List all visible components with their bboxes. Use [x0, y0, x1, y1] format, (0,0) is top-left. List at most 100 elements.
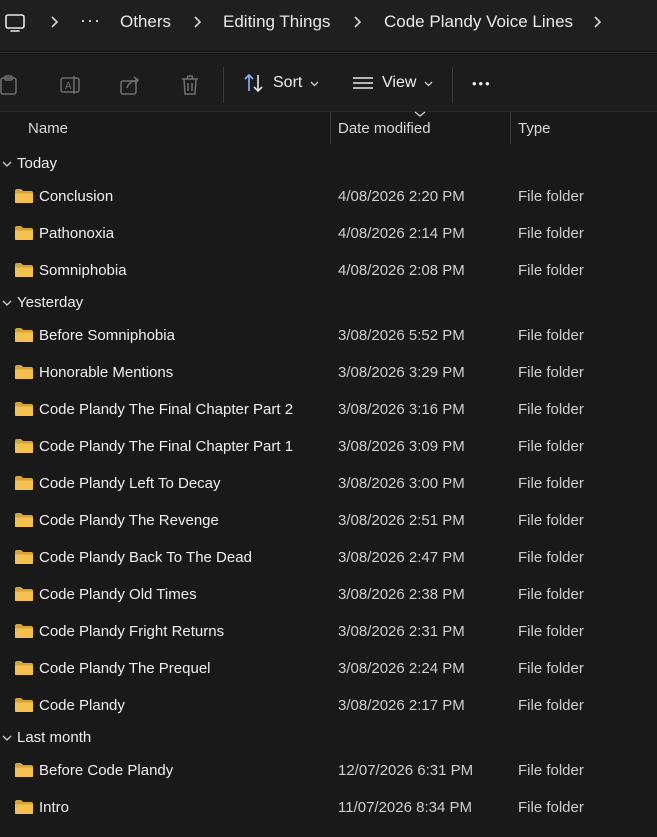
breadcrumb-item-others[interactable]: Others — [120, 12, 171, 32]
delete-icon[interactable] — [179, 74, 201, 96]
list-item[interactable]: Code Plandy 3/08/2026 2:17 PM File folder — [0, 688, 657, 725]
view-button[interactable]: View — [352, 68, 433, 98]
list-item[interactable]: Code Plandy Fright Returns 3/08/2026 2:31… — [0, 614, 657, 651]
list-item[interactable]: Code Plandy The Final Chapter Part 1 3/08… — [0, 429, 657, 466]
item-type: File folder — [518, 799, 584, 816]
item-type: File folder — [518, 262, 584, 279]
column-header-date-modified[interactable]: Date modified — [331, 112, 510, 145]
view-icon — [353, 77, 373, 89]
item-type: File folder — [518, 401, 584, 418]
item-date-modified: 3/08/2026 3:09 PM — [338, 438, 465, 455]
folder-icon — [15, 624, 33, 638]
item-name: Before Somniphobia — [39, 327, 175, 344]
chevron-right-icon[interactable] — [352, 14, 362, 30]
item-date-modified: 3/08/2026 3:16 PM — [338, 401, 465, 418]
folder-icon — [15, 439, 33, 453]
folder-icon — [15, 226, 33, 240]
item-type: File folder — [518, 225, 584, 242]
group-header-label: Yesterday — [17, 294, 84, 311]
chevron-down-icon — [2, 735, 12, 741]
item-type: File folder — [518, 697, 584, 714]
folder-icon — [15, 402, 33, 416]
folder-icon — [15, 587, 33, 601]
list-item[interactable]: Code Plandy The Revenge 3/08/2026 2:51 PM… — [0, 503, 657, 540]
item-name: Code Plandy The Prequel — [39, 660, 211, 677]
list-item[interactable]: Code Plandy Back To The Dead 3/08/2026 2:… — [0, 540, 657, 577]
chevron-down-icon — [2, 161, 12, 167]
item-date-modified: 3/08/2026 2:38 PM — [338, 586, 465, 603]
this-pc-icon[interactable] — [4, 12, 26, 34]
chevron-down-icon — [310, 81, 319, 86]
column-header-name-label: Name — [28, 120, 69, 137]
item-name: Pathonoxia — [39, 225, 115, 242]
folder-icon — [15, 698, 33, 712]
folder-icon — [15, 365, 33, 379]
item-date-modified: 3/08/2026 2:51 PM — [338, 512, 465, 529]
list-item[interactable]: Before Code Plandy 12/07/2026 6:31 PM File… — [0, 753, 657, 790]
list-item[interactable]: Code Plandy The Prequel 3/08/2026 2:24 PM… — [0, 651, 657, 688]
item-type: File folder — [518, 327, 584, 344]
folder-icon — [15, 661, 33, 675]
chevron-right-icon[interactable] — [49, 14, 59, 30]
group-header-label: Last month — [17, 729, 92, 746]
item-date-modified: 11/07/2026 8:34 PM — [338, 799, 472, 816]
list-item[interactable]: Code Plandy The Final Chapter Part 2 3/08… — [0, 392, 657, 429]
item-type: File folder — [518, 660, 584, 677]
share-icon[interactable] — [119, 74, 141, 96]
sort-button[interactable]: Sort — [243, 68, 319, 98]
sort-icon — [244, 73, 263, 93]
toolbar-separator — [452, 67, 453, 103]
folder-icon — [15, 550, 33, 564]
breadcrumb-item-editing-things[interactable]: Editing Things — [223, 12, 330, 32]
list-item[interactable]: Honorable Mentions 3/08/2026 3:29 PM File … — [0, 355, 657, 392]
item-type: File folder — [518, 188, 584, 205]
chevron-right-icon[interactable] — [592, 14, 602, 30]
folder-icon — [15, 800, 33, 814]
more-options-button[interactable]: ••• — [472, 68, 492, 98]
item-date-modified: 4/08/2026 2:20 PM — [338, 188, 465, 205]
command-bar: A Sort View ••• — [0, 54, 657, 112]
item-name: Before Code Plandy — [39, 762, 174, 779]
item-date-modified: 3/08/2026 2:24 PM — [338, 660, 465, 677]
list-item[interactable]: Before Somniphobia 3/08/2026 5:52 PM File … — [0, 318, 657, 355]
rename-icon[interactable]: A — [59, 74, 81, 96]
folder-icon — [15, 328, 33, 342]
list-item[interactable]: Intro 11/07/2026 8:34 PM File folder — [0, 790, 657, 827]
item-date-modified: 4/08/2026 2:08 PM — [338, 262, 465, 279]
item-name: Code Plandy Back To The Dead — [39, 549, 252, 566]
sort-label: Sort — [273, 74, 303, 91]
item-date-modified: 4/08/2026 2:14 PM — [338, 225, 465, 242]
list-item[interactable]: Pathonoxia 4/08/2026 2:14 PM File folder — [0, 216, 657, 253]
chevron-right-icon[interactable] — [192, 14, 202, 30]
list-item[interactable]: Somniphobia 4/08/2026 2:08 PM File folder — [0, 253, 657, 290]
list-item[interactable]: Code Plandy Left To Decay 3/08/2026 3:00 … — [0, 466, 657, 503]
item-name: Code Plandy — [39, 697, 125, 714]
column-header-type[interactable]: Type — [511, 112, 657, 145]
breadcrumb-overflow-button[interactable]: ··· — [80, 10, 101, 31]
folder-icon — [15, 263, 33, 277]
item-name: Code Plandy The Final Chapter Part 1 — [39, 438, 294, 455]
item-date-modified: 3/08/2026 2:17 PM — [338, 697, 465, 714]
item-name: Code Plandy Old Times — [39, 586, 197, 603]
list-item[interactable]: Code Plandy Old Times 3/08/2026 2:38 PM Fi… — [0, 577, 657, 614]
group-header-label: Today — [17, 155, 58, 172]
item-date-modified: 3/08/2026 2:47 PM — [338, 549, 465, 566]
item-type: File folder — [518, 586, 584, 603]
toolbar-separator — [223, 67, 224, 103]
item-date-modified: 12/07/2026 6:31 PM — [338, 762, 474, 779]
breadcrumb-item-current-folder[interactable]: Code Plandy Voice Lines — [384, 12, 573, 32]
item-name: Intro — [39, 799, 70, 816]
column-header-name[interactable]: Name — [0, 112, 330, 145]
list-item[interactable]: Conclusion 4/08/2026 2:20 PM File folder — [0, 179, 657, 216]
item-type: File folder — [518, 438, 584, 455]
paste-icon[interactable] — [0, 74, 22, 96]
item-date-modified: 3/08/2026 5:52 PM — [338, 327, 465, 344]
view-label: View — [382, 74, 417, 91]
column-header-date-label: Date modified — [338, 120, 431, 137]
item-name: Code Plandy Left To Decay — [39, 475, 221, 492]
file-explorer-window: ··· Others Editing Things Code Plandy Vo… — [0, 0, 657, 837]
folder-icon — [15, 763, 33, 777]
chevron-down-icon — [2, 300, 12, 306]
divider — [0, 52, 657, 53]
item-name: Code Plandy The Final Chapter Part 2 — [39, 401, 294, 418]
